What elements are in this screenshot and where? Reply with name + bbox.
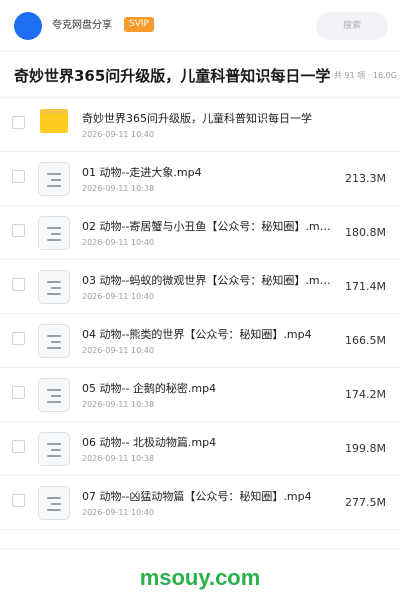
file-date: 2026-09-11 10:38: [82, 454, 155, 463]
video-file-icon: [38, 324, 70, 358]
row-checkbox[interactable]: [12, 224, 25, 237]
file-name: 01 动物--走进大象.mp4: [82, 166, 202, 179]
file-name: 06 动物-- 北极动物篇.mp4: [82, 436, 217, 449]
item-summary: 共 91 项 · 16.0G: [334, 71, 397, 80]
file-size: 199.8M: [345, 442, 386, 455]
file-row[interactable]: 04 动物--熊类的世界【公众号：秘知圈】.mp4 2026-09-11 10:4…: [0, 314, 400, 368]
file-date: 2026-09-11 10:40: [82, 292, 155, 301]
file-row[interactable]: 07 动物--凶猛动物篇【公众号：秘知圈】.mp4 2026-09-11 10:4…: [0, 476, 400, 530]
video-file-icon: [38, 432, 70, 466]
row-checkbox[interactable]: [12, 386, 25, 399]
video-file-icon: [38, 486, 70, 520]
file-name: 07 动物--凶猛动物篇【公众号：秘知圈】.mp4: [82, 490, 312, 503]
video-file-icon: [38, 162, 70, 196]
row-checkbox[interactable]: [12, 116, 25, 129]
file-name: 02 动物--寄居蟹与小丑鱼【公众号：秘知圈】.mp4: [82, 220, 332, 233]
file-row[interactable]: 02 动物--寄居蟹与小丑鱼【公众号：秘知圈】.mp4 2026-09-11 10…: [0, 206, 400, 260]
file-date: 2026-09-11 10:38: [82, 184, 155, 193]
row-checkbox[interactable]: [12, 332, 25, 345]
file-size: 277.5M: [345, 496, 386, 509]
file-name: 05 动物-- 企鹅的秘密.mp4: [82, 382, 217, 395]
folder-title-bar: 奇妙世界365问升级版，儿童科普知识每日一学 共 91 项 · 16.0G: [0, 52, 400, 98]
folder-row[interactable]: 奇妙世界365问升级版，儿童科普知识每日一学 2026-09-11 10:40: [0, 98, 400, 152]
file-size: 171.4M: [345, 280, 386, 293]
file-row[interactable]: 06 动物-- 北极动物篇.mp4 2026-09-11 10:38 199.8M: [0, 422, 400, 476]
app-header: 夸克网盘分享 SVIP 搜索: [0, 0, 400, 52]
footer-divider: [0, 548, 400, 549]
video-file-icon: [38, 270, 70, 304]
file-row[interactable]: 03 动物--蚂蚁的微观世界【公众号：秘知圈】.mp4 2026-09-11 10…: [0, 260, 400, 314]
avatar[interactable]: [14, 12, 42, 40]
file-name: 04 动物--熊类的世界【公众号：秘知圈】.mp4: [82, 328, 312, 341]
file-date: 2026-09-11 10:40: [82, 238, 155, 247]
file-size: 166.5M: [345, 334, 386, 347]
file-date: 2026-09-11 10:40: [82, 130, 155, 139]
file-size: 213.3M: [345, 172, 386, 185]
row-checkbox[interactable]: [12, 170, 25, 183]
row-checkbox[interactable]: [12, 440, 25, 453]
video-file-icon: [38, 216, 70, 250]
row-checkbox[interactable]: [12, 278, 25, 291]
file-size: 174.2M: [345, 388, 386, 401]
file-list: 奇妙世界365问升级版，儿童科普知识每日一学 2026-09-11 10:40 01…: [0, 98, 400, 530]
video-file-icon: [38, 378, 70, 412]
file-row[interactable]: 01 动物--走进大象.mp4 2026-09-11 10:38 213.3M: [0, 152, 400, 206]
row-checkbox[interactable]: [12, 494, 25, 507]
svip-badge: SVIP: [124, 17, 154, 32]
file-date: 2026-09-11 10:40: [82, 508, 155, 517]
file-date: 2026-09-11 10:38: [82, 400, 155, 409]
folder-icon: [40, 109, 68, 133]
page-title: 奇妙世界365问升级版，儿童科普知识每日一学: [14, 67, 331, 85]
file-size: 180.8M: [345, 226, 386, 239]
file-date: 2026-09-11 10:40: [82, 346, 155, 355]
file-row[interactable]: 05 动物-- 企鹅的秘密.mp4 2026-09-11 10:38 174.2M: [0, 368, 400, 422]
file-name: 奇妙世界365问升级版，儿童科普知识每日一学: [82, 112, 312, 125]
search-button[interactable]: 搜索: [316, 12, 388, 40]
app-name: 夸克网盘分享: [52, 20, 112, 31]
watermark: msouy.com: [139, 565, 261, 590]
file-name: 03 动物--蚂蚁的微观世界【公众号：秘知圈】.mp4: [82, 274, 332, 287]
